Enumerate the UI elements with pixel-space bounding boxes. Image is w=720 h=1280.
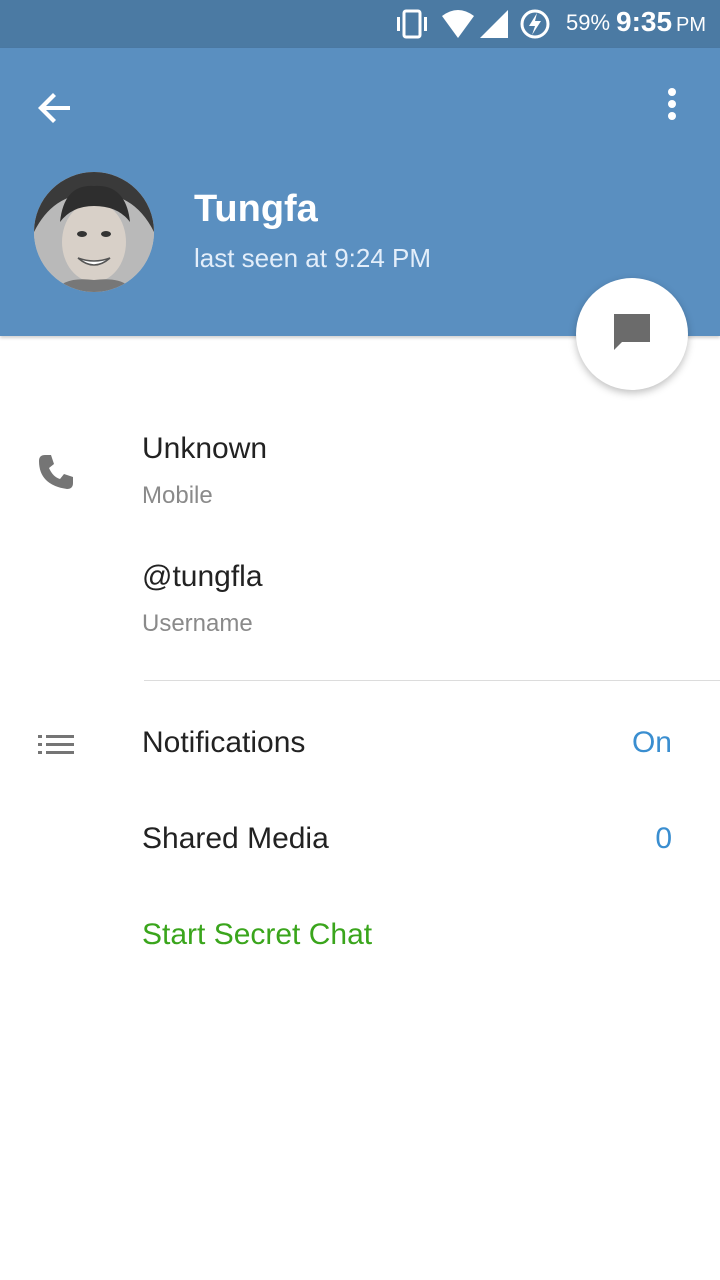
notifications-value: On	[631, 726, 672, 759]
username-value: @tungfla	[142, 560, 263, 593]
username-label: Username	[142, 610, 253, 637]
more-vert-icon	[652, 88, 692, 140]
phone-icon	[36, 452, 76, 497]
cellular-signal-icon	[478, 8, 510, 45]
notifications-row[interactable]	[0, 700, 720, 790]
battery-percent: 59%	[566, 10, 611, 35]
battery-charging-icon	[518, 8, 552, 45]
more-options-button[interactable]	[652, 80, 692, 136]
shared-media-count: 0	[655, 822, 672, 855]
phone-label: Mobile	[142, 482, 213, 509]
phone-row[interactable]	[0, 420, 720, 530]
clock-ampm: PM	[676, 14, 707, 36]
shared-media-label: Shared Media	[142, 822, 329, 855]
shared-media-row[interactable]	[0, 796, 720, 886]
username-row[interactable]	[0, 548, 720, 658]
start-secret-chat-button[interactable]: Start Secret Chat	[142, 918, 372, 952]
notifications-label: Notifications	[142, 726, 306, 759]
arrow-left-icon	[28, 93, 84, 140]
vibrate-icon	[394, 8, 430, 45]
section-divider	[144, 680, 720, 681]
status-bar: 59% 9:35 PM	[0, 0, 720, 48]
avatar[interactable]	[34, 172, 154, 292]
list-icon	[36, 732, 76, 763]
send-message-button[interactable]	[576, 278, 688, 390]
profile-name: Tungfa	[194, 188, 318, 230]
wifi-icon	[440, 8, 476, 45]
clock-time: 9:35	[616, 6, 673, 37]
last-seen-status: last seen at 9:24 PM	[194, 243, 432, 273]
clock: 9:35 PM	[616, 6, 706, 38]
phone-number: Unknown	[142, 432, 268, 465]
back-button[interactable]	[28, 80, 84, 136]
message-icon	[610, 310, 654, 359]
